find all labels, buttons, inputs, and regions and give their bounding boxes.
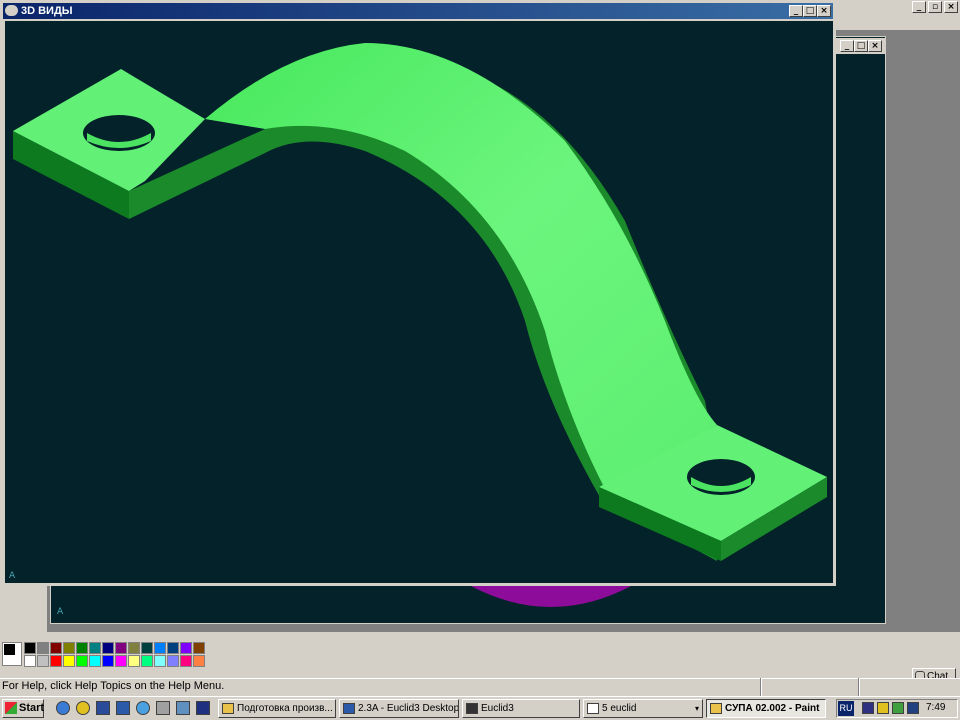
start-button[interactable]: Start [2,699,44,718]
palette-swatch[interactable] [154,642,166,654]
palette-swatch[interactable] [63,642,75,654]
paint-grey-region [888,30,960,632]
start-label: Start [19,702,45,714]
browser-icon[interactable] [136,701,150,715]
chevron-down-icon: ▾ [694,704,699,713]
current-color-indicator[interactable] [2,642,22,666]
taskbar-item[interactable]: Подготовка произв... [218,699,336,718]
palette-swatch[interactable] [167,642,179,654]
palette-swatch[interactable] [102,655,114,667]
console-icon [466,703,478,714]
close-button[interactable]: × [817,5,831,17]
tray-icon[interactable] [877,702,889,714]
pipe-clamp-model [13,43,827,561]
palette-swatch[interactable] [24,642,36,654]
maximize-button[interactable]: □ [854,40,868,52]
palette-swatch[interactable] [141,642,153,654]
palette-swatch[interactable] [50,642,62,654]
printer-icon[interactable] [156,701,170,715]
palette-swatch[interactable] [37,642,49,654]
palette-swatch[interactable] [193,642,205,654]
status-separator [858,678,860,696]
document-icon [222,703,234,714]
palette-swatch[interactable] [167,655,179,667]
palette-swatch[interactable] [180,655,192,667]
window-icon [587,703,599,714]
ie-icon[interactable] [56,701,70,715]
axis-indicator: A [9,571,16,581]
close-button[interactable]: × [944,1,958,13]
window-title: 3D ВИДЫ [21,5,73,17]
status-help-text: For Help, click Help Topics on the Help … [2,680,225,692]
palette-swatch[interactable] [128,655,140,667]
phone-tray-icon[interactable] [862,702,874,714]
tray-icon[interactable] [892,702,904,714]
foreground-color [4,644,15,655]
language-indicator[interactable]: RU [838,701,854,716]
3d-viewport[interactable]: A [5,21,833,583]
palette-swatch[interactable] [89,655,101,667]
media-icon[interactable] [76,701,90,715]
minimize-button[interactable]: _ [789,5,803,17]
palette-swatch[interactable] [89,642,101,654]
palette-swatch[interactable] [24,655,36,667]
taskbar-item-label: СУПА 02.002 - Paint [725,703,820,714]
word-icon[interactable] [96,701,110,715]
network-icon[interactable] [176,701,190,715]
euclid-icon[interactable] [116,701,130,715]
window-3d-views[interactable]: 3D ВИДЫ _ □ × A [0,0,836,586]
paint-icon [710,703,722,714]
paint-title-strip: _ ▫ × [836,0,960,30]
save-icon[interactable] [196,701,210,715]
taskbar-item-label: Подготовка произв... [237,703,333,714]
palette-swatch[interactable] [63,655,75,667]
windows-logo-icon [5,702,17,714]
minimize-button[interactable]: _ [840,40,854,52]
euclid-desktop-icon [343,703,355,714]
minimize-button[interactable]: _ [912,1,926,13]
palette-swatch[interactable] [154,655,166,667]
palette-swatch[interactable] [180,642,192,654]
restore-button[interactable]: ▫ [928,1,942,13]
taskbar-item-active[interactable]: СУПА 02.002 - Paint [706,699,826,718]
palette-swatch[interactable] [76,655,88,667]
palette-swatch[interactable] [76,642,88,654]
axis-indicator: A [57,607,64,617]
taskbar-item[interactable]: 2.3A - Euclid3 Desktop [339,699,459,718]
palette-swatch[interactable] [50,655,62,667]
taskbar-item[interactable]: 5 euclid ▾ [583,699,703,718]
maximize-button[interactable]: □ [803,5,817,17]
palette-swatch[interactable] [141,655,153,667]
close-button[interactable]: × [868,40,882,52]
palette-swatch[interactable] [102,642,114,654]
taskbar-item-label: 2.3A - Euclid3 Desktop [358,703,459,714]
tray-icon[interactable] [907,702,919,714]
paint-toolbox [0,586,48,632]
palette-swatch[interactable] [115,642,127,654]
taskbar-item-label: Euclid3 [481,703,514,714]
status-separator [760,678,762,696]
taskbar-item[interactable]: Euclid3 [462,699,580,718]
palette-swatch[interactable] [37,655,49,667]
palette-swatch[interactable] [115,655,127,667]
palette-swatch[interactable] [193,655,205,667]
eye-icon [5,5,18,16]
window2-titlebar: _ □ × [836,38,886,54]
taskbar-item-label: 5 euclid [602,703,637,714]
clock: 7:49 [926,702,946,713]
palette-swatch[interactable] [128,642,140,654]
window-titlebar: 3D ВИДЫ _ □ × [3,3,833,19]
